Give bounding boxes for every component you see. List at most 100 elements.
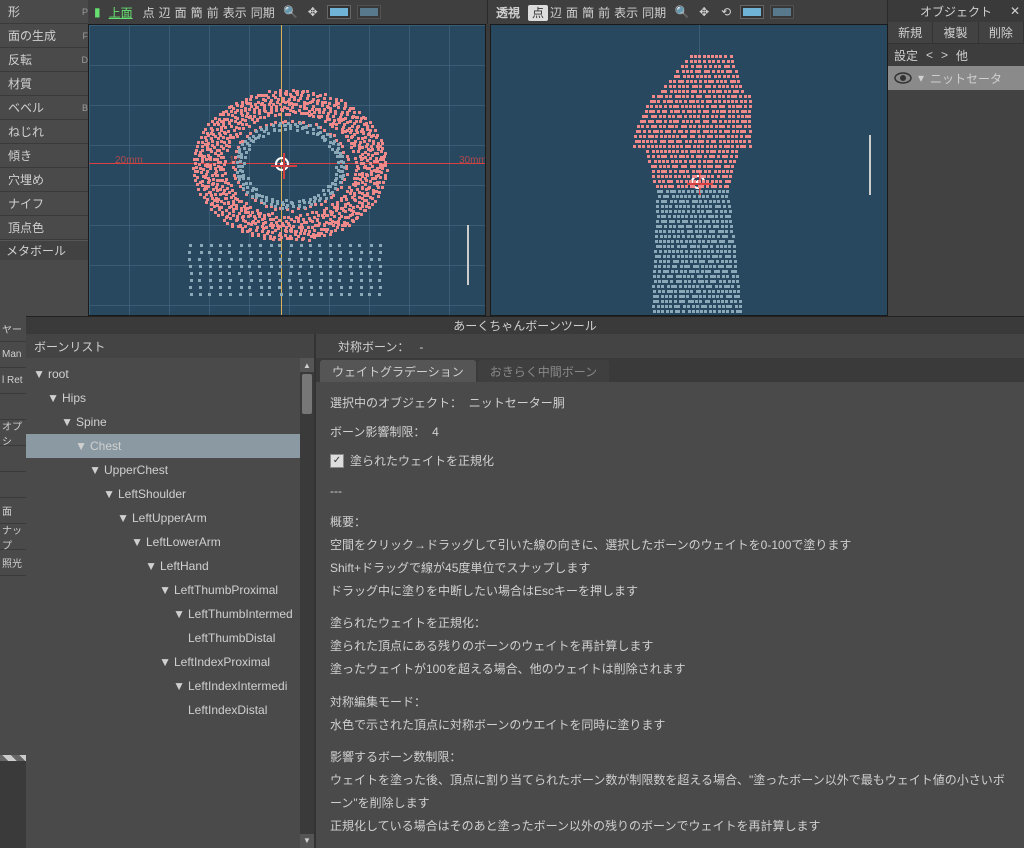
strip-item[interactable] xyxy=(0,446,26,472)
strip-item[interactable] xyxy=(0,472,26,498)
zoom-icon[interactable]: 🔍 xyxy=(674,4,690,20)
chevron-down-icon[interactable]: ▾ xyxy=(918,71,924,85)
tool-item[interactable]: 反転D xyxy=(0,48,88,72)
tool-item[interactable]: 形P xyxy=(0,0,88,24)
symmetry-label: 対称ボーン： xyxy=(338,340,409,354)
delete-button[interactable]: 削除 xyxy=(979,22,1024,43)
tree-twisty-icon[interactable]: ▼ xyxy=(118,513,128,523)
tool-item[interactable]: ねじれ xyxy=(0,120,88,144)
view-mode-点[interactable]: 点 xyxy=(141,6,157,20)
bone-node-leftindexintermedi[interactable]: ▼LeftIndexIntermedi xyxy=(26,674,314,698)
object-item[interactable]: ▾ ニットセータ xyxy=(888,66,1024,90)
bone-node-leftupperarm[interactable]: ▼LeftUpperArm xyxy=(26,506,314,530)
tree-twisty-icon[interactable]: ▼ xyxy=(48,393,58,403)
bone-label: LeftThumbProximal xyxy=(174,583,278,597)
zoom-icon[interactable]: 🔍 xyxy=(283,4,299,20)
view-mode-同期[interactable]: 同期 xyxy=(640,6,668,20)
bone-node-leftthumbproximal[interactable]: ▼ LeftThumbProximal xyxy=(26,578,314,602)
bone-node-spine[interactable]: ▼Spine xyxy=(26,410,314,434)
scrollbar[interactable]: ▲ ▼ xyxy=(300,358,314,848)
view-mode-表示[interactable]: 表示 xyxy=(612,6,640,20)
screen2-icon[interactable] xyxy=(357,5,381,19)
tree-twisty-icon[interactable]: ▼ xyxy=(34,369,44,379)
screen-icon[interactable] xyxy=(740,5,764,19)
viewport-top[interactable]: 20mm 10 30mm xyxy=(88,24,486,316)
view-mode-面[interactable]: 面 xyxy=(173,6,189,20)
tree-twisty-icon[interactable]: ▼ xyxy=(174,681,184,691)
tool-item[interactable]: 面の生成F xyxy=(0,24,88,48)
next-button[interactable]: > xyxy=(941,48,948,62)
settings-label[interactable]: 設定 xyxy=(894,47,918,64)
view-mode-簡[interactable]: 簡 xyxy=(189,6,205,20)
close-icon[interactable]: ✕ xyxy=(1010,4,1020,18)
strip-item[interactable]: オプシ xyxy=(0,420,26,446)
bone-node-hips[interactable]: ▼Hips xyxy=(26,386,314,410)
strip-item[interactable]: 照光 xyxy=(0,550,26,576)
view-mode-点[interactable]: 点 xyxy=(528,5,548,21)
bone-node-root[interactable]: ▼root xyxy=(26,362,314,386)
tree-twisty-icon[interactable]: ▼ xyxy=(132,537,142,547)
bone-node-leftshoulder[interactable]: ▼LeftShoulder xyxy=(26,482,314,506)
bone-node-lefthand[interactable]: ▼LeftHand xyxy=(26,554,314,578)
normalize-checkbox[interactable]: ✓ 塗られたウェイトを正規化 xyxy=(330,450,494,473)
view-mode-簡[interactable]: 簡 xyxy=(580,6,596,20)
view-mode-同期[interactable]: 同期 xyxy=(249,6,277,20)
tab-weight-gradation[interactable]: ウェイトグラデーション xyxy=(320,360,476,382)
strip-item[interactable]: l Ret xyxy=(0,368,26,394)
strip-item[interactable]: 面 xyxy=(0,498,26,524)
tree-twisty-icon[interactable]: ▼ xyxy=(160,657,170,667)
strip-item[interactable] xyxy=(0,394,26,420)
tool-item[interactable]: ベベルB xyxy=(0,96,88,120)
bone-node-leftlowerarm[interactable]: ▼LeftLowerArm xyxy=(26,530,314,554)
move-icon[interactable]: ✥ xyxy=(305,4,321,20)
eye-icon[interactable] xyxy=(894,71,912,85)
view-mode-面[interactable]: 面 xyxy=(564,6,580,20)
tool-item[interactable]: 傾き xyxy=(0,144,88,168)
duplicate-button[interactable]: 複製 xyxy=(933,22,978,43)
scroll-thumb[interactable] xyxy=(302,374,312,414)
scroll-up-icon[interactable]: ▲ xyxy=(300,358,314,372)
bone-node-upperchest[interactable]: ▼UpperChest xyxy=(26,458,314,482)
tree-twisty-icon[interactable]: ▼ xyxy=(104,489,114,499)
view-mode-前[interactable]: 前 xyxy=(596,6,612,20)
prev-button[interactable]: < xyxy=(926,48,933,62)
tree-twisty-icon[interactable]: ▼ xyxy=(174,609,184,619)
move-icon[interactable]: ✥ xyxy=(696,4,712,20)
rotate-icon[interactable]: ⟲ xyxy=(718,4,734,20)
view-mode-top[interactable]: 上面 xyxy=(107,4,135,21)
view-mode-persp[interactable]: 透視 xyxy=(494,4,522,21)
tree-twisty-icon[interactable]: ▼ xyxy=(62,417,72,427)
screen2-icon[interactable] xyxy=(770,5,794,19)
tree-twisty-icon[interactable] xyxy=(174,705,184,715)
view-mode-辺[interactable]: 辺 xyxy=(157,6,173,20)
new-button[interactable]: 新規 xyxy=(888,22,933,43)
screen-icon[interactable] xyxy=(327,5,351,19)
tool-section-metaball[interactable]: メタボール xyxy=(0,240,88,260)
bone-list-header: ボーンリスト xyxy=(26,334,314,358)
bone-node-leftthumbintermed[interactable]: ▼LeftThumbIntermed xyxy=(26,602,314,626)
checkbox-icon[interactable]: ✓ xyxy=(330,454,344,468)
tree-twisty-icon[interactable] xyxy=(174,633,184,643)
bone-node-leftindexproximal[interactable]: ▼LeftIndexProximal xyxy=(26,650,314,674)
strip-item[interactable]: Man xyxy=(0,342,26,368)
tool-item[interactable]: ナイフ xyxy=(0,192,88,216)
view-mode-表示[interactable]: 表示 xyxy=(221,6,249,20)
tree-twisty-icon[interactable]: ▼ xyxy=(76,441,86,451)
tool-item[interactable]: 材質 xyxy=(0,72,88,96)
tool-item[interactable]: 頂点色 xyxy=(0,216,88,240)
bone-node-leftindexdistal[interactable]: LeftIndexDistal xyxy=(26,698,314,722)
tree-twisty-icon[interactable]: ▼ xyxy=(146,561,156,571)
tree-twisty-icon[interactable]: ▼ xyxy=(160,585,170,595)
viewport-persp[interactable] xyxy=(490,24,888,316)
tool-item[interactable]: 穴埋め xyxy=(0,168,88,192)
scroll-down-icon[interactable]: ▼ xyxy=(300,834,314,848)
tree-twisty-icon[interactable]: ▼ xyxy=(90,465,100,475)
bone-node-chest[interactable]: ▼Chest xyxy=(26,434,314,458)
view-mode-辺[interactable]: 辺 xyxy=(548,6,564,20)
bone-node-leftthumbdistal[interactable]: LeftThumbDistal xyxy=(26,626,314,650)
strip-item[interactable]: ナップ xyxy=(0,524,26,550)
tab-mid-bone[interactable]: おきらく中間ボーン xyxy=(478,360,609,382)
view-mode-前[interactable]: 前 xyxy=(205,6,221,20)
strip-item[interactable]: ヤー xyxy=(0,316,26,342)
other-button[interactable]: 他 xyxy=(956,47,968,64)
